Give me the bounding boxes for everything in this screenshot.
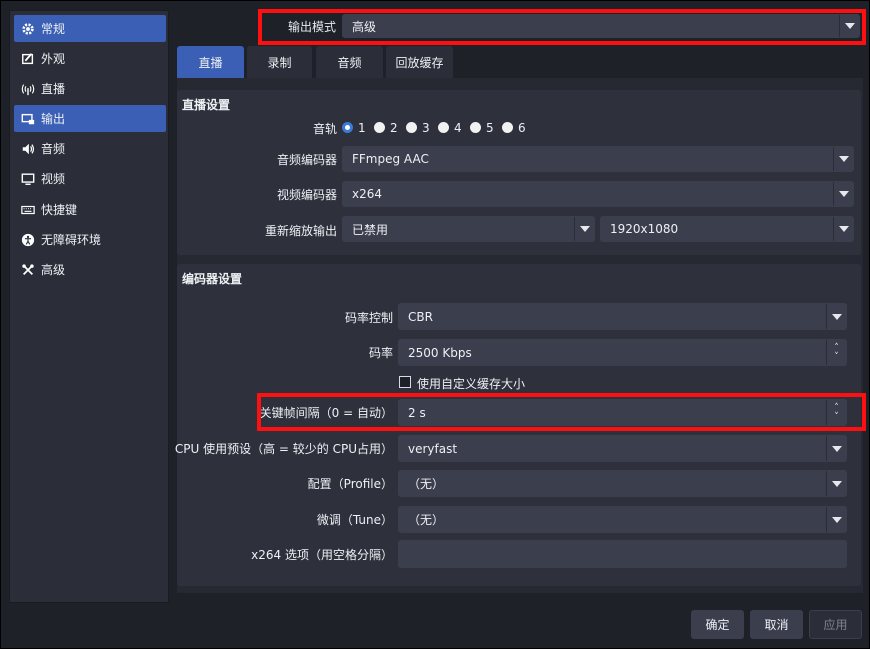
rescale-output-value: 已禁用 (352, 222, 389, 237)
rate-control-label: 码率控制 (344, 310, 393, 325)
video-encoder-select[interactable]: x264 (342, 181, 854, 207)
audio-track-radio-2[interactable] (374, 122, 385, 133)
sidebar-item-label: 高级 (41, 263, 66, 277)
audio-track-radio-1[interactable] (342, 122, 353, 133)
sidebar-item-audio[interactable]: 音频 (14, 135, 166, 162)
chevron-down-icon (833, 182, 853, 206)
gear-icon (21, 22, 35, 36)
speaker-icon (21, 142, 35, 156)
ok-button[interactable]: 确定 (691, 610, 744, 639)
apply-button[interactable]: 应用 (809, 610, 862, 639)
highlight-box-output-mode (258, 9, 866, 45)
rescale-output-label: 重新缩放输出 (264, 223, 337, 238)
sidebar-item-appearance[interactable]: 外观 (14, 45, 166, 72)
cancel-button[interactable]: 取消 (750, 610, 803, 639)
audio-track-option: 1 (358, 121, 366, 135)
profile-select[interactable]: （无） (398, 470, 847, 497)
settings-sidebar: 常规 外观 直播 输出 音频 视频 快捷键 无障碍环境 高级 (9, 10, 169, 603)
tab-replay-buffer[interactable]: 回放缓存 (386, 46, 453, 78)
broadcast-icon (21, 82, 35, 96)
bitrate-spinbox[interactable]: 2500 Kbps ˄ ˅ (398, 339, 847, 366)
sidebar-item-video[interactable]: 视频 (14, 165, 166, 192)
sidebar-item-hotkeys[interactable]: 快捷键 (14, 196, 166, 223)
chevron-down-icon (826, 304, 846, 329)
sidebar-item-output[interactable]: 输出 (14, 105, 166, 132)
sidebar-item-accessibility[interactable]: 无障碍环境 (14, 226, 166, 253)
monitor-icon (21, 172, 35, 186)
sidebar-item-stream[interactable]: 直播 (14, 75, 166, 102)
rescale-resolution-value: 1920x1080 (610, 222, 679, 236)
sidebar-item-label: 快捷键 (41, 203, 78, 217)
rescale-output-select[interactable]: 已禁用 (342, 216, 595, 242)
audio-track-option: 2 (390, 121, 398, 135)
audio-encoder-label: 音频编码器 (276, 152, 337, 167)
sidebar-item-label: 视频 (41, 172, 66, 186)
bitrate-value: 2500 Kbps (408, 345, 472, 360)
output-icon (21, 112, 35, 126)
sidebar-item-label: 外观 (41, 52, 66, 66)
audio-track-radio-5[interactable] (470, 122, 481, 133)
video-encoder-value: x264 (352, 187, 383, 201)
cpu-preset-label: CPU 使用预设（高 = 较少的 CPU占用） (174, 441, 393, 456)
x264-options-label: x264 选项（用空格分隔） (251, 547, 393, 562)
audio-track-option: 6 (518, 121, 526, 135)
appearance-icon (21, 52, 35, 66)
chevron-down-icon (826, 471, 846, 496)
audio-track-radio-3[interactable] (406, 122, 417, 133)
sidebar-item-label: 音频 (41, 142, 66, 156)
audio-track-option: 4 (454, 121, 462, 135)
tab-stream[interactable]: 直播 (177, 46, 244, 78)
settings-window: 常规 外观 直播 输出 音频 视频 快捷键 无障碍环境 高级 输出模式 高级 直… (0, 0, 870, 649)
audio-track-radio-4[interactable] (438, 122, 449, 133)
tab-audio[interactable]: 音频 (316, 46, 383, 78)
sidebar-item-general[interactable]: 常规 (14, 15, 166, 42)
audio-encoder-value: FFmpeg AAC (352, 152, 429, 166)
chevron-down-icon (574, 217, 594, 241)
audio-track-option: 3 (422, 121, 430, 135)
highlight-box-keyframe (257, 393, 866, 431)
video-encoder-label: 视频编码器 (276, 187, 337, 202)
tab-recording[interactable]: 录制 (247, 46, 312, 78)
audio-track-label: 音轨 (312, 121, 337, 136)
audio-track-option: 5 (486, 121, 494, 135)
profile-label: 配置（Profile） (307, 476, 393, 491)
stream-settings-title: 直播设置 (182, 98, 231, 112)
tools-icon (21, 263, 35, 277)
audio-encoder-select[interactable]: FFmpeg AAC (342, 146, 854, 172)
custom-buffer-checkbox[interactable] (399, 376, 411, 388)
chevron-down-icon (833, 217, 853, 241)
sidebar-item-label: 直播 (41, 82, 66, 96)
tune-value: （无） (408, 513, 445, 527)
sidebar-item-label: 常规 (41, 22, 66, 36)
cpu-preset-select[interactable]: veryfast (398, 435, 847, 462)
tune-label: 微调（Tune） (316, 512, 393, 527)
custom-buffer-label: 使用自定义缓存大小 (417, 377, 526, 391)
sidebar-item-advanced[interactable]: 高级 (14, 256, 166, 283)
chevron-down-icon (833, 147, 853, 171)
chevron-down-icon (826, 507, 846, 532)
rescale-resolution-select[interactable]: 1920x1080 (600, 216, 854, 242)
encoder-settings-title: 编码器设置 (182, 272, 243, 286)
profile-value: （无） (408, 477, 445, 491)
accessibility-icon (21, 233, 35, 247)
x264-options-input[interactable] (398, 540, 847, 568)
bitrate-label: 码率 (368, 345, 393, 360)
cpu-preset-value: veryfast (408, 441, 458, 456)
keyboard-icon (21, 203, 35, 217)
tune-select[interactable]: （无） (398, 506, 847, 533)
sidebar-item-label: 输出 (41, 112, 66, 126)
chevron-down-icon (826, 436, 846, 461)
spin-arrows-icon[interactable]: ˄ ˅ (826, 340, 846, 365)
audio-track-radio-6[interactable] (502, 122, 513, 133)
rate-control-select[interactable]: CBR (398, 303, 847, 330)
rate-control-value: CBR (408, 309, 433, 324)
sidebar-item-label: 无障碍环境 (41, 233, 102, 247)
